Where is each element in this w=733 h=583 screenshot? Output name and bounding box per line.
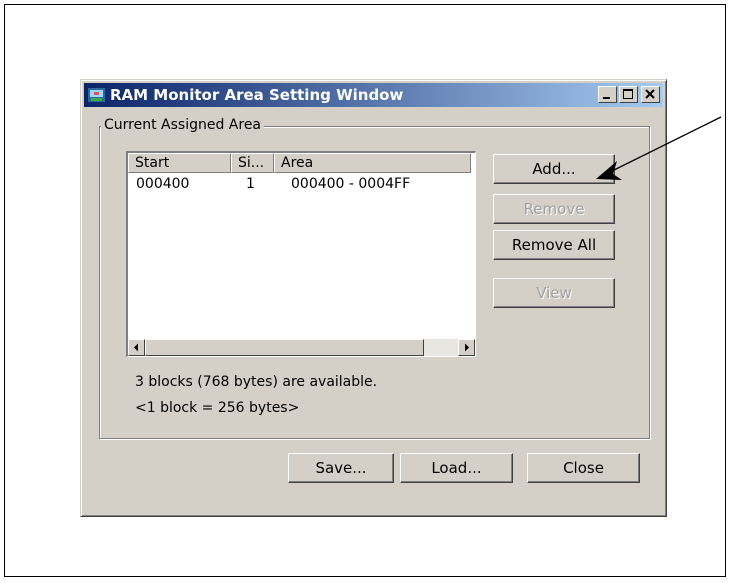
- callout-arrow: [596, 116, 722, 180]
